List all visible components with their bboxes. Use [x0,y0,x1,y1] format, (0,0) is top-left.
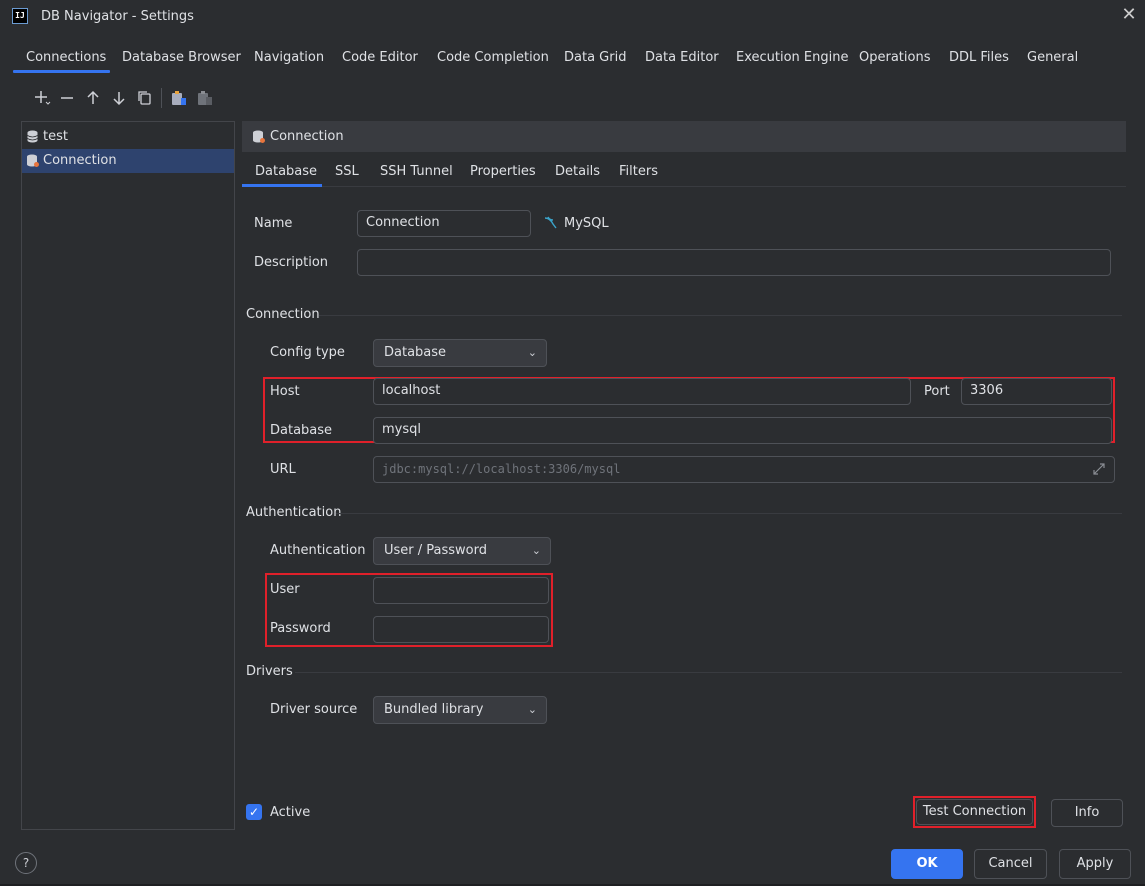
driver-source-label: Driver source [270,702,358,717]
subtab-ssh-tunnel[interactable]: SSH Tunnel [380,164,453,179]
driver-source-value: Bundled library [384,702,484,717]
active-label: Active [270,805,311,820]
tab-database-browser[interactable]: Database Browser [122,50,241,72]
authentication-label: Authentication [270,543,366,558]
toolbar-separator [161,88,162,108]
section-divider [295,672,1122,673]
chevron-down-icon: ⌄ [527,346,537,359]
test-connection-button[interactable]: Test Connection [916,799,1033,825]
port-label: Port [924,384,950,399]
apply-button[interactable]: Apply [1059,849,1131,879]
paste-icon[interactable] [194,88,214,108]
port-input[interactable]: 3306 [961,378,1112,405]
tab-code-editor[interactable]: Code Editor [342,50,418,72]
password-label: Password [270,621,331,636]
authentication-value: User / Password [384,543,487,558]
section-divider [319,315,1122,316]
tree-item-test[interactable]: test [22,125,234,149]
intellij-logo-icon: IJ [12,8,28,24]
name-label: Name [254,216,293,231]
tree-item-connection[interactable]: Connection [22,149,234,173]
tab-data-grid[interactable]: Data Grid [564,50,626,72]
info-button[interactable]: Info [1051,799,1123,827]
section-divider [336,513,1122,514]
tab-operations[interactable]: Operations [859,50,930,72]
move-down-icon[interactable] [109,88,129,108]
database-type-label: MySQL [564,216,609,231]
cancel-button[interactable]: Cancel [974,849,1047,879]
user-label: User [270,582,300,597]
name-input[interactable]: Connection [357,210,531,237]
config-type-value: Database [384,345,447,360]
remove-icon[interactable] [57,88,77,108]
move-up-icon[interactable] [83,88,103,108]
database-new-icon [27,154,39,167]
connections-tree [21,121,235,830]
tab-data-editor[interactable]: Data Editor [645,50,719,72]
tree-item-label: test [43,129,68,144]
copy-icon[interactable] [168,88,188,108]
chevron-down-icon: ⌄ [527,703,537,716]
active-checkbox[interactable]: ✓ [246,804,262,820]
active-subtab-indicator [242,184,322,187]
close-icon[interactable]: ✕ [1118,4,1140,26]
tab-navigation[interactable]: Navigation [254,50,324,72]
subtab-details[interactable]: Details [555,164,600,179]
database-input[interactable]: mysql [373,417,1112,444]
connection-section-title: Connection [246,307,320,322]
connection-header-title: Connection [270,129,344,144]
drivers-section-title: Drivers [246,664,293,679]
expand-icon[interactable] [1091,461,1107,477]
connection-header: Connection [242,121,1126,152]
url-input[interactable]: jdbc:mysql://localhost:3306/mysql [373,456,1115,483]
tab-connections[interactable]: Connections [26,50,106,72]
tab-general[interactable]: General [1027,50,1078,72]
tab-code-completion[interactable]: Code Completion [437,50,549,72]
tab-execution-engine[interactable]: Execution Engine [736,50,848,72]
authentication-section-title: Authentication [246,505,342,520]
help-icon[interactable]: ? [15,852,37,874]
url-label: URL [270,462,296,477]
subtab-database[interactable]: Database [255,164,317,179]
ok-button[interactable]: OK [891,849,963,879]
database-label: Database [270,423,333,438]
chevron-down-icon: ⌄ [531,544,541,557]
mysql-dolphin-icon [544,216,557,229]
user-input[interactable] [373,577,549,604]
password-input[interactable] [373,616,549,643]
authentication-dropdown[interactable]: User / Password ⌄ [373,537,551,565]
database-new-icon [253,130,265,143]
host-input[interactable]: localhost [373,378,911,405]
database-icon [27,130,38,143]
subtab-divider [242,186,1126,187]
host-label: Host [270,384,300,399]
config-type-dropdown[interactable]: Database ⌄ [373,339,547,367]
add-icon[interactable] [31,88,51,108]
subtab-filters[interactable]: Filters [619,164,658,179]
active-tab-indicator [13,70,110,73]
duplicate-icon[interactable] [135,88,155,108]
subtab-properties[interactable]: Properties [470,164,536,179]
tab-ddl-files[interactable]: DDL Files [949,50,1009,72]
tree-item-label: Connection [43,153,117,168]
window-title: DB Navigator - Settings [41,9,194,24]
config-type-label: Config type [270,345,345,360]
driver-source-dropdown[interactable]: Bundled library ⌄ [373,696,547,724]
subtab-ssl[interactable]: SSL [335,164,359,179]
description-label: Description [254,255,329,270]
description-input[interactable] [357,249,1111,276]
